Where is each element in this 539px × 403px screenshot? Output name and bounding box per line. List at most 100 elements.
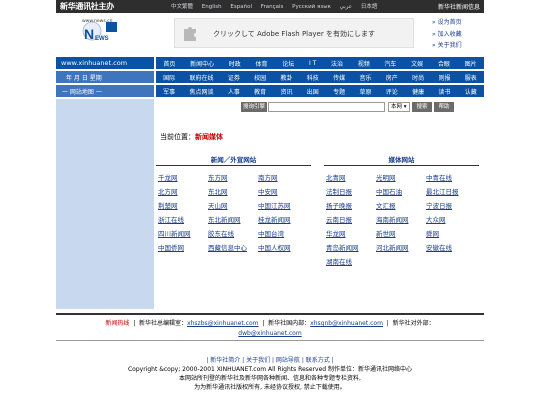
flash-placeholder[interactable]: クリックして Adobe Flash Player を有効にします (174, 18, 414, 48)
nav-link[interactable]: 体育 (256, 59, 268, 68)
help-button[interactable]: 帮助 (434, 102, 454, 112)
lang-link[interactable]: عربي (340, 4, 352, 10)
site-link[interactable]: 海南新闻网 (376, 214, 409, 224)
site-link[interactable]: 千龙网 (158, 172, 178, 182)
nav-link[interactable]: 专题 (333, 87, 345, 96)
nav-link[interactable]: 汽车 (384, 59, 396, 68)
nav-link[interactable]: 音乐 (359, 73, 371, 82)
nav-link[interactable]: 则报 (438, 73, 450, 82)
nav-link[interactable]: 法治 (331, 59, 343, 68)
site-link[interactable]: 东方网 (208, 172, 228, 182)
nav-link[interactable]: 教育 (254, 87, 266, 96)
site-link[interactable]: 中国石油 (376, 186, 402, 196)
lang-link[interactable]: 日本語 (361, 4, 378, 10)
search-input[interactable] (268, 102, 385, 112)
news-info-link[interactable]: 新华社新闻信息 (438, 2, 480, 11)
nav-link[interactable]: 认藏 (465, 87, 477, 96)
site-link[interactable]: 中安网 (258, 186, 278, 196)
site-link[interactable]: 云南日报 (326, 214, 352, 224)
nav-link[interactable]: 草原 (359, 87, 371, 96)
site-link[interactable]: 湖南在线 (326, 256, 352, 266)
site-link[interactable]: 青岛新闻网 (326, 242, 359, 252)
nav-link[interactable]: 科技 (307, 73, 319, 82)
nav-link[interactable]: 新闻中心 (190, 59, 214, 68)
search-button[interactable]: 搜索 (412, 102, 432, 112)
nav-link[interactable]: 人事 (228, 87, 240, 96)
site-link[interactable]: 中国台湾 (258, 228, 284, 238)
nav-link[interactable]: 首页 (163, 59, 175, 68)
nav-link[interactable]: 视频 (358, 59, 370, 68)
hotline-email-2[interactable]: xhsgnb@xinhuanet.com (310, 320, 383, 327)
nav-link[interactable]: 读书 (438, 87, 450, 96)
add-favorite-link[interactable]: » 加入收藏 (432, 29, 462, 41)
site-link[interactable]: 东北网 (208, 186, 228, 196)
site-link[interactable]: 大众网 (426, 214, 446, 224)
site-link[interactable]: 南方网 (258, 172, 278, 182)
news-logo[interactable]: N EWS www.news.cn (82, 19, 118, 45)
lang-link[interactable]: Français (261, 4, 284, 10)
flash-message: クリックして Adobe Flash Player を有効にします (213, 30, 375, 38)
nav-link[interactable]: 合眼 (438, 59, 450, 68)
nav-link[interactable]: 证券 (228, 73, 240, 82)
hotline-email-3[interactable]: dwb@xinhuanet.com (238, 330, 301, 337)
lang-link[interactable]: Español (230, 4, 252, 10)
site-link[interactable]: 法制日报 (326, 186, 352, 196)
nav-link[interactable]: 服表 (465, 73, 477, 82)
site-link[interactable]: 四川新闻网 (158, 228, 191, 238)
site-link[interactable]: 北方网 (158, 186, 178, 196)
site-link[interactable]: 宁波日报 (426, 200, 452, 210)
nav-link[interactable]: 军事 (163, 87, 175, 96)
site-link[interactable]: 中国侨网 (158, 242, 184, 252)
site-link[interactable]: 河北新闻网 (376, 242, 409, 252)
hotline-item-1: 新华社总编辑室： (139, 320, 188, 327)
nav-link[interactable]: 校园 (254, 73, 266, 82)
nav-link[interactable]: 图片 (465, 59, 477, 68)
footer-links[interactable]: | 新华社简介 | 关于我们 | 网站导航 | 联系方式 | (56, 356, 484, 365)
nav-link[interactable]: I T (309, 60, 316, 67)
site-link[interactable]: 最北江日报 (426, 186, 459, 196)
nav-link[interactable]: 论坛 (282, 59, 294, 68)
site-link[interactable]: 北青网 (326, 172, 346, 182)
site-link[interactable]: 中青在线 (426, 172, 452, 182)
site-link[interactable]: 浙江在线 (158, 214, 184, 224)
site-link[interactable]: 扬子晚报 (326, 200, 352, 210)
nav-link[interactable]: 健康 (412, 87, 424, 96)
lang-link[interactable]: Русский язык (292, 4, 331, 10)
nav-link[interactable]: 国际 (163, 73, 175, 82)
nav-link[interactable]: 房产 (386, 73, 398, 82)
site-link[interactable]: 东北新闻网 (208, 214, 241, 224)
nav-link[interactable]: 时政 (229, 59, 241, 68)
lang-link[interactable]: 中文繁體 (171, 4, 193, 10)
site-link[interactable]: 西藏信息中心 (208, 242, 247, 252)
nav-link[interactable]: 出国 (307, 87, 319, 96)
nav-link[interactable]: 教卦 (280, 73, 292, 82)
set-homepage-link[interactable]: » 设为首页 (432, 17, 462, 29)
site-link[interactable]: 安徽在线 (426, 242, 452, 252)
site-link[interactable]: 新世网 (376, 228, 396, 238)
lang-link[interactable]: English (202, 4, 222, 10)
page: 新华通讯社主办 中文繁體 English Español Français Ру… (56, 0, 484, 403)
page-margin-right (484, 0, 539, 403)
site-url-bar[interactable]: www.xinhuanet.com (56, 57, 154, 69)
about-us-link[interactable]: » 关于我们 (432, 40, 462, 52)
nav-link[interactable]: 时尚 (412, 73, 424, 82)
search-scope-select[interactable]: 本网 ▾ (388, 102, 410, 112)
nav-link[interactable]: 传媒 (333, 73, 345, 82)
site-link[interactable]: 胶东在线 (208, 228, 234, 238)
site-link[interactable]: 中国江苏网 (258, 200, 291, 210)
site-link[interactable]: 文汇报 (376, 200, 396, 210)
nav-link[interactable]: 焦点网谈 (189, 87, 213, 96)
nav-link[interactable]: 文娱 (411, 59, 423, 68)
nav-link[interactable]: 评论 (386, 87, 398, 96)
nav-link[interactable]: 联府在线 (189, 73, 213, 82)
site-link[interactable]: 天山网 (208, 200, 228, 210)
site-map-link[interactable]: 一 网站地图 一 (56, 85, 154, 97)
nav-link[interactable]: 资讯 (280, 87, 292, 96)
hotline-email-1[interactable]: xhszbs@xinhuanet.com (187, 320, 258, 327)
site-link[interactable]: 桂龙新闻网 (258, 214, 291, 224)
site-link[interactable]: 荆楚网 (158, 200, 178, 210)
site-link[interactable]: 中国人权网 (258, 242, 291, 252)
site-link[interactable]: 光明网 (376, 172, 396, 182)
site-link[interactable]: 华龙网 (326, 228, 346, 238)
site-link[interactable]: 舜网 (426, 228, 439, 238)
